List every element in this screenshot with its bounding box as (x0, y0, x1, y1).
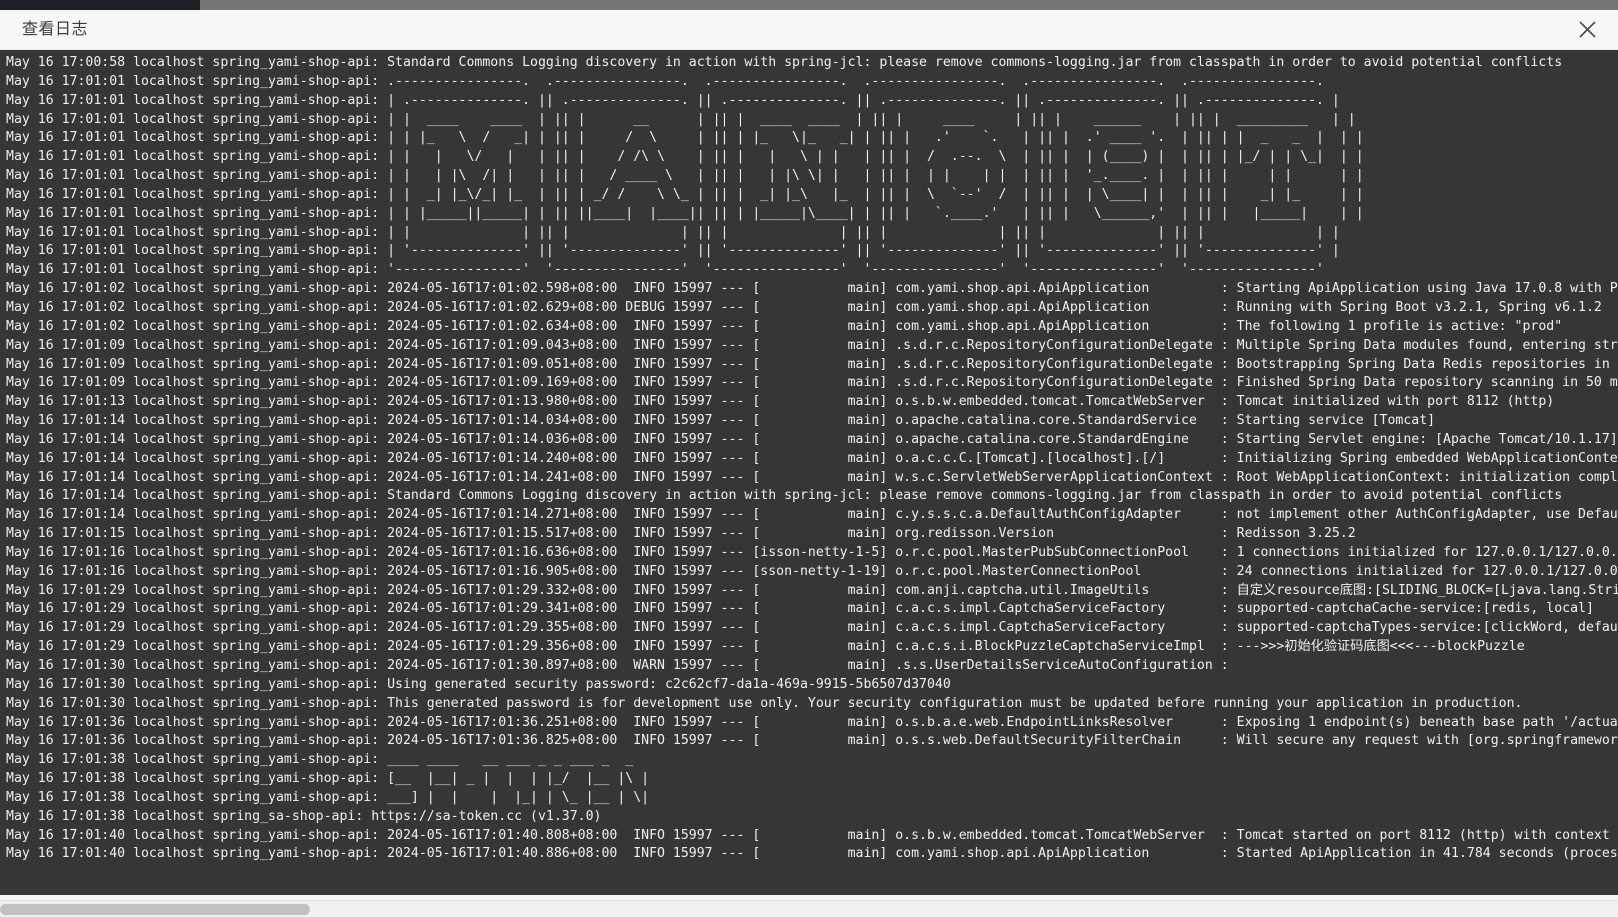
log-line: May 16 17:01:01 localhost spring_yami-sh… (6, 111, 1618, 130)
log-viewer-dialog: 查看日志 May 16 17:00:58 localhost spring_ya… (0, 0, 1618, 917)
log-line: May 16 17:01:30 localhost spring_yami-sh… (6, 695, 1618, 714)
log-line: May 16 17:01:09 localhost spring_yami-sh… (6, 374, 1618, 393)
log-line: May 16 17:01:40 localhost spring_yami-sh… (6, 845, 1618, 864)
log-line: May 16 17:01:09 localhost spring_yami-sh… (6, 356, 1618, 375)
page-title: 查看日志 (22, 10, 88, 50)
log-line: May 16 17:01:30 localhost spring_yami-sh… (6, 676, 1618, 695)
log-line: May 16 17:01:38 localhost spring_yami-sh… (6, 789, 1618, 808)
log-line: May 16 17:01:01 localhost spring_yami-sh… (6, 186, 1618, 205)
dialog-header: 查看日志 (0, 10, 1618, 50)
top-bar-gray-segment (200, 0, 1618, 10)
log-line: May 16 17:01:02 localhost spring_yami-sh… (6, 299, 1618, 318)
horizontal-scrollbar-track[interactable] (0, 900, 1618, 917)
log-line: May 16 17:01:15 localhost spring_yami-sh… (6, 525, 1618, 544)
log-line: May 16 17:01:01 localhost spring_yami-sh… (6, 261, 1618, 280)
log-line: May 16 17:01:01 localhost spring_yami-sh… (6, 92, 1618, 111)
horizontal-scrollbar-thumb[interactable] (0, 904, 310, 915)
log-console[interactable]: May 16 17:00:58 localhost spring_yami-sh… (0, 50, 1618, 895)
top-bar-dark-segment (0, 0, 200, 10)
log-line: May 16 17:01:01 localhost spring_yami-sh… (6, 242, 1618, 261)
close-button[interactable] (1570, 13, 1604, 47)
log-line: May 16 17:01:29 localhost spring_yami-sh… (6, 600, 1618, 619)
log-line: May 16 17:01:38 localhost spring_sa-shop… (6, 808, 1618, 827)
log-line: May 16 17:01:14 localhost spring_yami-sh… (6, 450, 1618, 469)
log-line: May 16 17:01:38 localhost spring_yami-sh… (6, 751, 1618, 770)
log-line: May 16 17:01:29 localhost spring_yami-sh… (6, 638, 1618, 657)
log-line: May 16 17:01:14 localhost spring_yami-sh… (6, 431, 1618, 450)
log-line: May 16 17:01:02 localhost spring_yami-sh… (6, 318, 1618, 337)
log-line: May 16 17:01:29 localhost spring_yami-sh… (6, 582, 1618, 601)
log-line: May 16 17:01:14 localhost spring_yami-sh… (6, 487, 1618, 506)
log-line: May 16 17:01:01 localhost spring_yami-sh… (6, 148, 1618, 167)
log-line: May 16 17:01:30 localhost spring_yami-sh… (6, 657, 1618, 676)
log-line: May 16 17:01:16 localhost spring_yami-sh… (6, 544, 1618, 563)
log-line: May 16 17:01:01 localhost spring_yami-sh… (6, 224, 1618, 243)
log-line: May 16 17:01:38 localhost spring_yami-sh… (6, 770, 1618, 789)
log-line: May 16 17:01:09 localhost spring_yami-sh… (6, 337, 1618, 356)
log-line: May 16 17:01:36 localhost spring_yami-sh… (6, 714, 1618, 733)
browser-chrome-bars (0, 0, 1618, 10)
log-line: May 16 17:01:02 localhost spring_yami-sh… (6, 280, 1618, 299)
close-icon (1578, 20, 1597, 39)
log-line: May 16 17:01:14 localhost spring_yami-sh… (6, 469, 1618, 488)
log-line: May 16 17:01:01 localhost spring_yami-sh… (6, 167, 1618, 186)
log-line: May 16 17:01:14 localhost spring_yami-sh… (6, 412, 1618, 431)
log-output: May 16 17:00:58 localhost spring_yami-sh… (0, 54, 1618, 864)
log-line: May 16 17:01:16 localhost spring_yami-sh… (6, 563, 1618, 582)
log-line: May 16 17:01:36 localhost spring_yami-sh… (6, 732, 1618, 751)
log-line: May 16 17:01:40 localhost spring_yami-sh… (6, 827, 1618, 846)
log-line: May 16 17:01:29 localhost spring_yami-sh… (6, 619, 1618, 638)
log-line: May 16 17:01:13 localhost spring_yami-sh… (6, 393, 1618, 412)
log-line: May 16 17:01:01 localhost spring_yami-sh… (6, 205, 1618, 224)
log-line: May 16 17:01:01 localhost spring_yami-sh… (6, 73, 1618, 92)
log-line: May 16 17:00:58 localhost spring_yami-sh… (6, 54, 1618, 73)
log-line: May 16 17:01:14 localhost spring_yami-sh… (6, 506, 1618, 525)
log-line: May 16 17:01:01 localhost spring_yami-sh… (6, 129, 1618, 148)
